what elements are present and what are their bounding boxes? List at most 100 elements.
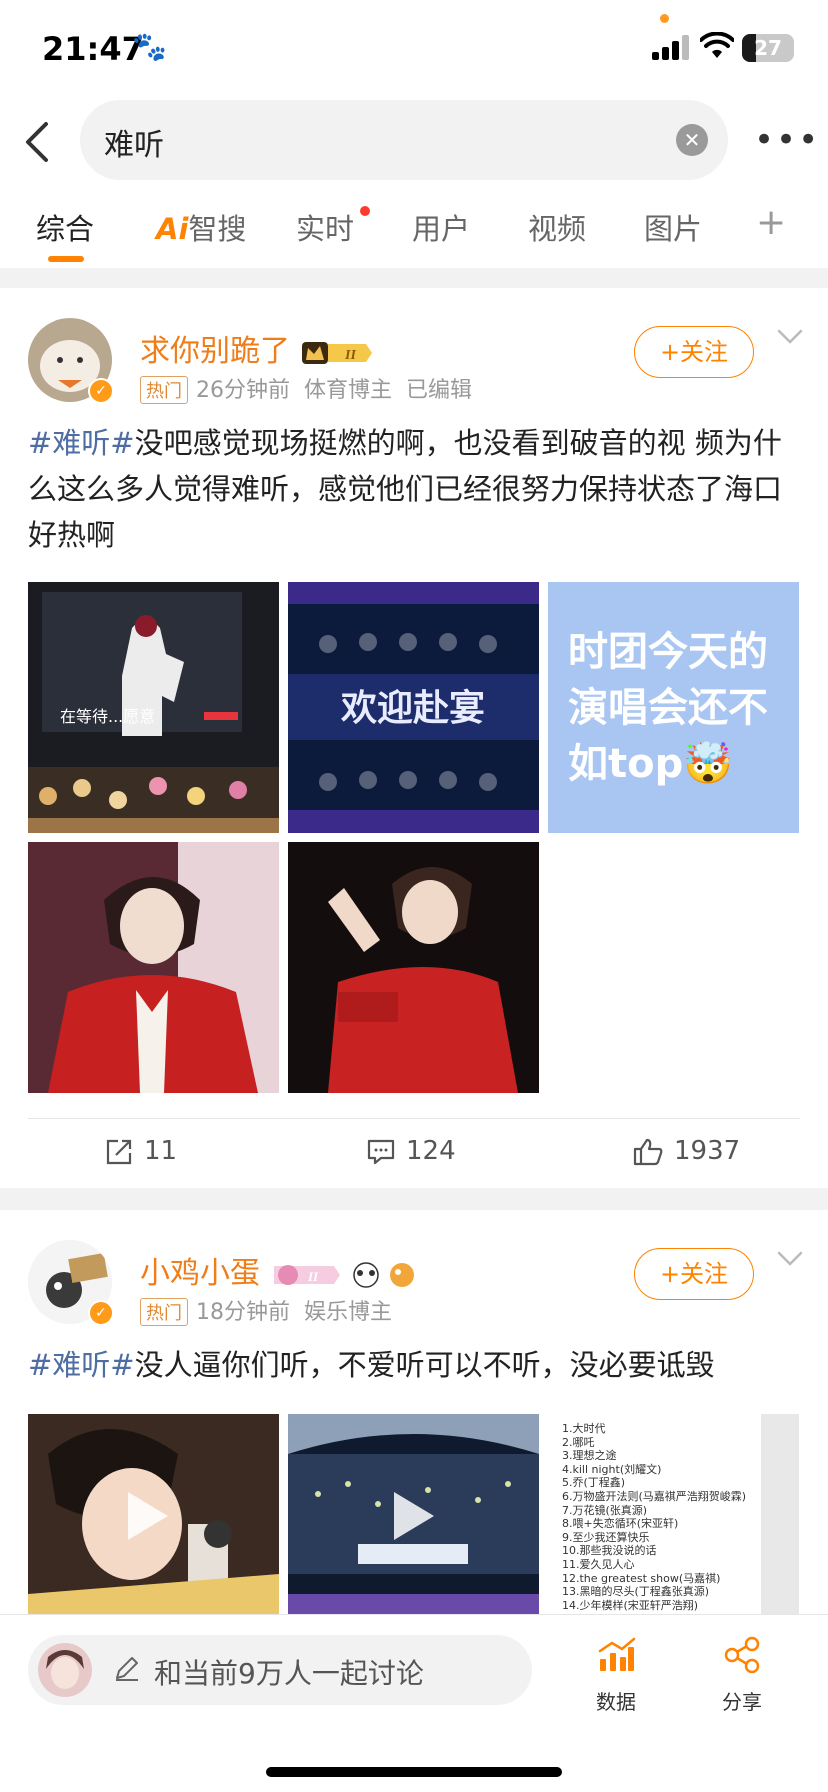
repost-count: 11 — [144, 1136, 178, 1166]
post-body: 没吧感觉现场挺燃的啊，也没看到破音的视 频为什么这么多人觉得难听，感觉他们已经很… — [28, 426, 783, 552]
post-image[interactable]: 欢迎赴宴 — [288, 582, 539, 833]
image-side-strip — [761, 1414, 799, 1624]
like-count: 1937 — [674, 1136, 741, 1166]
repost-button[interactable]: 11 — [104, 1136, 177, 1167]
setlist-line: 2.哪吒 — [562, 1435, 595, 1449]
follow-button[interactable]: +关注 — [634, 1248, 754, 1300]
setlist-line: 5.乔(丁程鑫) — [562, 1476, 626, 1490]
chevron-down-icon[interactable] — [776, 1250, 804, 1268]
username[interactable]: 小鸡小蛋 II — [140, 1248, 420, 1292]
post-time: 26分钟前 — [196, 378, 290, 403]
avatar — [38, 1643, 92, 1697]
discuss-input[interactable]: 和当前9万人一起讨论 — [28, 1635, 532, 1705]
wifi-icon — [700, 32, 734, 58]
setlist-line: 9.至少我还算快乐 — [562, 1530, 650, 1544]
new-content-dot — [360, 206, 370, 216]
battery-level: 27 — [754, 36, 782, 60]
data-label: 数据 — [596, 1690, 636, 1714]
chevron-down-icon[interactable] — [776, 328, 804, 346]
edited-label: 已编辑 — [406, 378, 473, 403]
status-bar: 21:47 🐾 27 — [0, 0, 828, 96]
username-text: 小鸡小蛋 — [140, 1256, 260, 1291]
author-role: 体育博主 — [304, 378, 393, 403]
setlist-line: 11.爱久见人心 — [562, 1557, 635, 1571]
verified-badge-icon: ✓ — [88, 1300, 114, 1326]
author-role: 娱乐博主 — [304, 1300, 393, 1325]
active-tab-indicator — [48, 256, 84, 262]
privacy-indicator-dot — [660, 14, 669, 23]
back-arrow-icon[interactable] — [18, 116, 58, 168]
setlist-line: 7.万花镜(张真源) — [562, 1503, 648, 1517]
setlist-line: 10.那些我没说的话 — [562, 1544, 657, 1558]
top-zone: 21:47 🐾 27 难听 ✕ ••• 综合 Ai智搜 实时 用户 视频 图片 … — [0, 0, 828, 268]
post-image[interactable] — [288, 842, 539, 1093]
ai-logo: Ai — [156, 212, 189, 246]
post-image[interactable]: 时团今天的演唱会还不如top🤯 — [548, 582, 799, 833]
post-image[interactable]: 1.大时代 2.哪吒 3.理想之途 4.kill night(刘耀文) 5.乔(丁程鑫)… — [548, 1414, 799, 1624]
post-card: ✓ 小鸡小蛋 II 热门 18分钟前 娱乐博主 +关注 #难听#没人逼你们听，不爱… — [0, 1210, 828, 1630]
tab-images[interactable]: 图片 — [644, 206, 702, 248]
hashtag-link[interactable]: #难听# — [28, 1348, 135, 1382]
play-icon[interactable] — [394, 1492, 434, 1540]
setlist-line: 14.少年模样(宋亚轩严浩翔) — [562, 1598, 699, 1612]
post-text: #难听#没吧感觉现场挺燃的啊，也没看到破音的视 频为什么这么多人觉得难听，感觉他… — [28, 420, 800, 558]
post-image[interactable] — [28, 842, 279, 1093]
pen-icon — [116, 1657, 138, 1681]
play-icon[interactable] — [128, 1492, 168, 1540]
post-time: 18分钟前 — [196, 1300, 290, 1325]
post-meta: 热门 26分钟前 体育博主 已编辑 — [140, 372, 472, 404]
welcome-caption: 欢迎赴宴 — [340, 687, 485, 729]
vip-crown-icon: II — [301, 341, 372, 364]
paw-icon: 🐾 — [132, 30, 167, 63]
video-thumbnail[interactable] — [288, 1414, 539, 1624]
post-meta: 热门 18分钟前 娱乐博主 — [140, 1294, 392, 1326]
chart-icon — [598, 1637, 636, 1671]
share-button[interactable]: 分享 — [702, 1635, 782, 1715]
tab-users[interactable]: 用户 — [412, 206, 470, 248]
comment-count: 124 — [406, 1136, 456, 1166]
follow-button[interactable]: +关注 — [634, 326, 754, 378]
comment-icon — [367, 1139, 395, 1164]
username-text: 求你别跪了 — [140, 334, 290, 369]
share-icon — [724, 1636, 760, 1674]
cellular-signal-icon — [652, 34, 692, 60]
hashtag-link[interactable]: #难听# — [28, 426, 135, 460]
clear-search-icon[interactable]: ✕ — [676, 124, 708, 156]
comment-button[interactable]: 124 — [366, 1136, 456, 1167]
search-tabs: 综合 Ai智搜 实时 用户 视频 图片 + — [0, 194, 828, 266]
hot-badge: 热门 — [140, 376, 188, 404]
add-tab-icon[interactable]: + — [756, 202, 786, 243]
setlist-line: 4.kill night(刘耀文) — [562, 1462, 662, 1476]
search-input[interactable]: 难听 ✕ — [80, 100, 728, 180]
setlist-line: 1.大时代 — [562, 1422, 606, 1435]
data-button[interactable]: 数据 — [576, 1635, 656, 1715]
post-body: 没人逼你们听，不爱听可以不听，没必要诋毁 — [134, 1348, 715, 1382]
more-options-icon[interactable]: ••• — [754, 116, 818, 164]
like-button[interactable]: 1937 — [632, 1136, 740, 1167]
svg-text:II: II — [344, 348, 356, 363]
tab-comprehensive[interactable]: 综合 — [36, 206, 94, 248]
divider — [28, 1118, 800, 1119]
status-time: 21:47 — [42, 30, 144, 68]
user-badges-icon: II — [273, 1261, 414, 1288]
post-image[interactable]: 在等待...愿意 — [28, 582, 279, 833]
repost-icon — [106, 1139, 132, 1164]
setlist-text: 1.大时代 2.哪吒 3.理想之途 4.kill night(刘耀文) 5.乔(丁程鑫)… — [562, 1422, 746, 1612]
discuss-placeholder: 和当前9万人一起讨论 — [154, 1657, 424, 1690]
search-query: 难听 — [104, 128, 164, 163]
share-label: 分享 — [722, 1690, 762, 1714]
home-indicator — [266, 1767, 562, 1777]
tab-realtime[interactable]: 实时 — [296, 206, 354, 248]
post-text: #难听#没人逼你们听，不爱听可以不听，没必要诋毁 — [28, 1342, 800, 1388]
video-thumbnail[interactable] — [28, 1414, 279, 1624]
username[interactable]: 求你别跪了 II — [140, 326, 374, 370]
quote-caption: 时团今天的演唱会还不如top🤯 — [568, 629, 768, 787]
ai-search-label: 智搜 — [188, 212, 247, 246]
search-header: 难听 ✕ ••• — [0, 96, 828, 192]
svg-text:II: II — [307, 1269, 319, 1284]
tab-videos[interactable]: 视频 — [528, 206, 586, 248]
setlist-line: 3.理想之途 — [562, 1449, 617, 1463]
screen-caption: 在等待...愿意 — [60, 707, 155, 726]
tab-ai-search[interactable]: Ai智搜 — [156, 206, 246, 248]
verified-badge-icon: ✓ — [88, 378, 114, 404]
